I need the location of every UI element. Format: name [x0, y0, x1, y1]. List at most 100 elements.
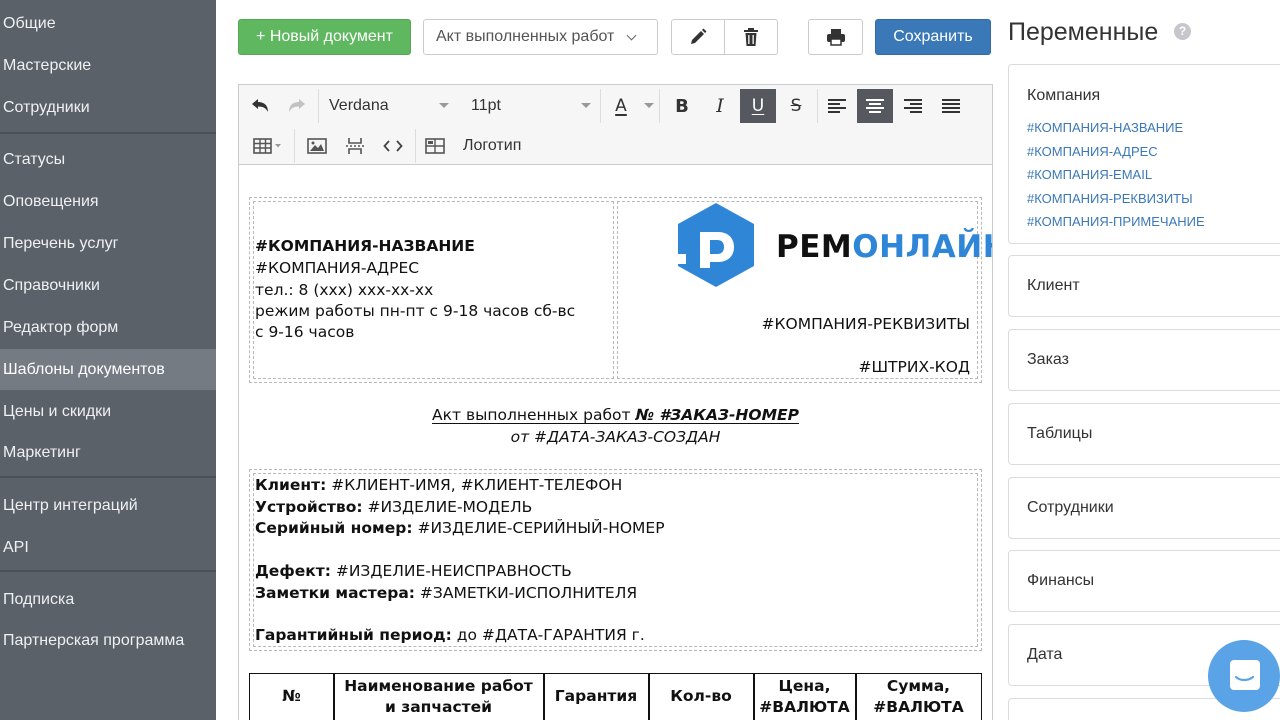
strikethrough-icon: S	[790, 96, 802, 116]
sidebar-item-employees[interactable]: Сотрудники	[0, 88, 216, 128]
template-select[interactable]: Акт выполненных работ	[423, 19, 658, 55]
sidebar-item-subscription[interactable]: Подписка	[0, 580, 216, 620]
var-group-title: Финансы	[1027, 572, 1095, 589]
delete-button[interactable]	[724, 19, 778, 55]
align-left-button[interactable]	[819, 89, 855, 123]
text-color-icon: A	[615, 96, 627, 116]
table-header-price-l1: Цена,	[778, 677, 831, 695]
bold-icon: B	[675, 95, 689, 117]
sidebar-item-statuses[interactable]: Статусы	[0, 140, 216, 180]
company-phone: тел.: 8 (ххх) ххх-хх-хх	[255, 281, 434, 299]
align-center-icon	[866, 99, 884, 113]
sidebar-item-form-editor[interactable]: Редактор форм	[0, 308, 216, 348]
toolbar-divider	[600, 89, 601, 123]
new-document-button[interactable]: + Новый документ	[238, 19, 411, 55]
image-icon	[307, 138, 327, 154]
sidebar-item-marketing[interactable]: Маркетинг	[0, 433, 216, 473]
sidebar-item-services[interactable]: Перечень услуг	[0, 224, 216, 264]
undo-button[interactable]	[242, 89, 278, 123]
table-button[interactable]	[247, 129, 289, 163]
caret-down-icon	[644, 103, 654, 108]
var-group-tables[interactable]: Таблицы	[1008, 403, 1280, 465]
document-title-number: № #ЗАКАЗ-НОМЕР	[635, 406, 799, 424]
var-group-company[interactable]: Компания #КОМПАНИЯ-НАЗВАНИЕ #КОМПАНИЯ-АД…	[1008, 64, 1280, 244]
sidebar-divider	[0, 570, 216, 572]
document-title: Акт выполненных работ № #ЗАКАЗ-НОМЕР	[239, 405, 992, 426]
align-center-button[interactable]	[857, 89, 893, 123]
var-company-requisites[interactable]: #КОМПАНИЯ-РЕКВИЗИТЫ	[1027, 191, 1193, 206]
device-line: Устройство: #ИЗДЕЛИЕ-МОДЕЛЬ	[255, 497, 532, 518]
var-group-employees[interactable]: Сотрудники	[1008, 477, 1280, 539]
page-break-button[interactable]	[337, 129, 373, 163]
variables-title: Переменные	[1008, 18, 1159, 46]
working-hours-line1: режим работы пн-пт с 9-18 часов сб-вс	[255, 302, 576, 320]
toolbar-divider	[659, 89, 660, 123]
sidebar-item-workshops[interactable]: Мастерские	[0, 46, 216, 86]
chat-icon	[1230, 660, 1260, 690]
table-header-sum-l2: #ВАЛЮТА	[873, 698, 964, 716]
chat-widget-button[interactable]	[1208, 640, 1280, 712]
help-icon[interactable]: ?	[1174, 23, 1191, 40]
edit-button[interactable]	[671, 19, 725, 55]
defect-value: #ИЗДЕЛИЕ-НЕИСПРАВНОСТЬ	[330, 562, 572, 580]
redo-icon	[289, 99, 305, 112]
logo-wordmark-dark: РЕМ	[776, 229, 853, 265]
client-label: Клиент:	[255, 476, 327, 494]
serial-label: Серийный номер:	[255, 519, 413, 537]
var-group-client[interactable]: Клиент	[1008, 255, 1280, 317]
toolbar-divider	[318, 89, 319, 123]
notes-value: #ЗАМЕТКИ-ИСПОЛНИТЕЛЯ	[414, 584, 638, 602]
template-select-value: Акт выполненных работ	[436, 28, 615, 45]
var-company-address[interactable]: #КОМПАНИЯ-АДРЕС	[1027, 144, 1158, 159]
warranty-line: Гарантийный период: до #ДАТА-ГАРАНТИЯ г.	[255, 625, 645, 646]
device-value: #ИЗДЕЛИЕ-МОДЕЛЬ	[362, 498, 533, 516]
notes-line: Заметки мастера: #ЗАМЕТКИ-ИСПОЛНИТЕЛЯ	[255, 583, 637, 604]
sidebar-item-prices[interactable]: Цены и скидки	[0, 392, 216, 432]
underline-icon: U	[751, 96, 765, 116]
table-header-price: Цена, #ВАЛЮТА	[754, 676, 855, 718]
print-button[interactable]	[808, 19, 863, 55]
align-justify-button[interactable]	[933, 89, 969, 123]
defect-label: Дефект:	[255, 562, 331, 580]
save-button[interactable]: Сохранить	[875, 19, 991, 55]
insert-logo-button[interactable]: Логотип	[417, 129, 537, 163]
code-icon	[383, 140, 403, 152]
var-company-email[interactable]: #КОМПАНИЯ-EMAIL	[1027, 167, 1152, 182]
var-group-finance[interactable]: Финансы	[1008, 550, 1280, 612]
align-left-icon	[828, 99, 846, 113]
strikethrough-button[interactable]: S	[778, 89, 814, 123]
insert-image-button[interactable]	[299, 129, 335, 163]
sidebar-item-references[interactable]: Справочники	[0, 266, 216, 306]
sidebar-item-general[interactable]: Общие	[0, 4, 216, 44]
var-group-title: Дата	[1027, 646, 1063, 663]
sidebar-item-doc-templates[interactable]: Шаблоны документов	[0, 349, 216, 390]
sidebar-item-notifications[interactable]: Оповещения	[0, 182, 216, 222]
font-family-select[interactable]: Verdana	[329, 97, 449, 119]
var-group-order[interactable]: Заказ	[1008, 329, 1280, 391]
italic-button[interactable]: I	[702, 89, 738, 123]
sidebar-item-api[interactable]: API	[0, 528, 216, 568]
sidebar-item-partner-program[interactable]: Партнерская программа	[0, 621, 216, 661]
var-company-note[interactable]: #КОМПАНИЯ-ПРИМЕЧАНИЕ	[1027, 214, 1205, 229]
document-canvas[interactable]: #КОМПАНИЯ-НАЗВАНИЕ #КОМПАНИЯ-АДРЕС тел.:…	[239, 165, 992, 720]
var-group-title: Клиент	[1027, 277, 1080, 294]
toolbar-divider	[817, 89, 818, 123]
underline-button[interactable]: U	[740, 89, 776, 123]
app-root: Общие Мастерские Сотрудники Статусы Опов…	[0, 0, 1280, 720]
sidebar-item-integrations[interactable]: Центр интеграций	[0, 486, 216, 526]
document-editor: Verdana 11pt A B I U S Логотип #КОМПАНИЯ…	[238, 84, 993, 720]
barcode-var: #ШТРИХ-КОД	[858, 358, 971, 376]
sidebar: Общие Мастерские Сотрудники Статусы Опов…	[0, 0, 216, 720]
var-company-name[interactable]: #КОМПАНИЯ-НАЗВАНИЕ	[1027, 120, 1183, 135]
text-color-button[interactable]: A	[603, 89, 639, 123]
redo-button[interactable]	[279, 89, 315, 123]
font-size-select[interactable]: 11pt	[471, 97, 591, 119]
bold-button[interactable]: B	[664, 89, 700, 123]
align-right-button[interactable]	[895, 89, 931, 123]
table-header-name: Наименование работ и запчастей	[334, 676, 543, 718]
working-hours-line2: с 9-16 часов	[255, 323, 355, 341]
table-header-name-l2: и запчастей	[384, 698, 493, 716]
table-header-sum-l1: Сумма,	[886, 677, 951, 695]
source-code-button[interactable]	[375, 129, 411, 163]
company-requisites-var: #КОМПАНИЯ-РЕКВИЗИТЫ	[761, 315, 971, 333]
